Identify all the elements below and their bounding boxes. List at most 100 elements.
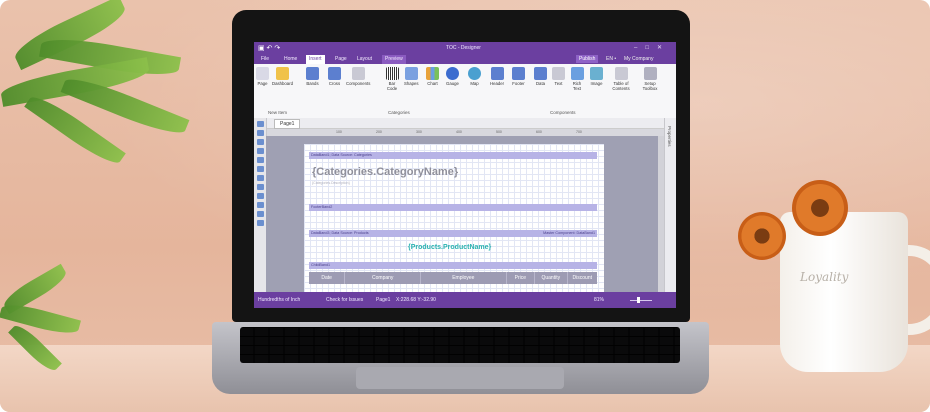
ruler-tick: 600 <box>536 130 542 134</box>
gauge-button[interactable]: Gauge <box>446 67 459 86</box>
data-band-products-label: DataBand3; Data Source: Products <box>311 231 369 235</box>
chart-label: Chart <box>427 81 438 86</box>
map-button[interactable]: Map <box>468 67 481 86</box>
data-band-categories[interactable]: DataBand1; Data Source: Categories <box>309 152 597 159</box>
ruler-tick: 300 <box>416 130 422 134</box>
image-button[interactable]: Image <box>590 67 603 86</box>
barcode-label: Bar Code <box>386 81 398 91</box>
check-for-issues-button[interactable]: Check for Issues <box>326 297 363 303</box>
tool-icon[interactable] <box>256 166 264 172</box>
tab-layout[interactable]: Layout <box>354 55 375 64</box>
ruler-tick: 100 <box>336 130 342 134</box>
footer-label: Footer <box>512 81 525 86</box>
data-band-products[interactable]: DataBand3; Data Source: Products Master … <box>309 230 597 237</box>
child-band[interactable]: ChildBand1 <box>309 262 597 269</box>
tool-icon[interactable] <box>256 139 264 145</box>
tool-icon[interactable] <box>256 121 264 127</box>
ruler-tick: 700 <box>576 130 582 134</box>
tab-file[interactable]: File <box>258 55 272 64</box>
tool-icon[interactable] <box>256 220 264 226</box>
tool-icon[interactable] <box>256 175 264 181</box>
tab-page[interactable]: Page <box>332 55 350 64</box>
shapes-button[interactable]: Shapes <box>404 67 419 86</box>
tool-icon[interactable] <box>256 184 264 190</box>
tool-icon[interactable] <box>256 211 264 217</box>
zoom-slider-thumb[interactable] <box>637 297 640 303</box>
status-bar: Hundredths of Inch Check for Issues Page… <box>254 292 676 308</box>
gauge-label: Gauge <box>446 81 459 86</box>
page-tab[interactable]: Page1 <box>274 119 301 129</box>
cross-button[interactable]: Cross <box>328 67 341 86</box>
mug-signature: Loyality <box>800 270 849 284</box>
language-selector[interactable]: EN • <box>606 56 616 62</box>
rich-text-label: Rich Text <box>572 81 582 91</box>
tool-icon[interactable] <box>256 202 264 208</box>
text-button[interactable]: Text <box>552 67 565 86</box>
group-components: Components <box>550 110 576 115</box>
header-button[interactable]: Header <box>490 67 504 86</box>
tool-icon[interactable] <box>256 193 264 199</box>
bands-button[interactable]: Bands <box>306 67 319 86</box>
master-component-label: Master Component: DataBand1 <box>543 231 595 235</box>
laptop-screen: ▣ ↶ ↷ TOC - Designer –□✕ File Home Inser… <box>254 42 676 308</box>
image-label: Image <box>590 81 603 86</box>
group-categories: Categories <box>388 110 410 115</box>
status-page: Page1 <box>376 297 391 303</box>
design-canvas[interactable]: DataBand1; Data Source: Categories {Cate… <box>266 136 664 294</box>
footer-band[interactable]: FooterBand2 <box>309 204 597 211</box>
window-controls[interactable]: –□✕ <box>634 44 670 51</box>
bands-label: Bands <box>306 81 319 86</box>
page-button[interactable]: Page <box>256 67 269 86</box>
setup-toolbox-label: Setup Toolbox <box>642 81 658 91</box>
properties-panel[interactable]: Properties <box>664 118 676 292</box>
tab-insert[interactable]: Insert <box>306 55 325 64</box>
trackpad <box>356 367 564 389</box>
setup-toolbox-button[interactable]: Setup Toolbox <box>640 67 660 91</box>
rich-text-button[interactable]: Rich Text <box>570 67 584 91</box>
title-bar: ▣ ↶ ↷ TOC - Designer –□✕ <box>254 42 676 54</box>
header-cell-quantity[interactable]: Quantity <box>535 272 568 284</box>
tool-icon[interactable] <box>256 157 264 163</box>
language-label: EN <box>606 56 613 62</box>
ruler-tick: 400 <box>456 130 462 134</box>
zoom-slider[interactable] <box>630 300 652 301</box>
horizontal-ruler: 100 200 300 400 500 600 700 <box>266 129 664 136</box>
footer-button[interactable]: Footer <box>512 67 525 86</box>
desk-scene: Loyality ▣ ↶ ↷ TOC - Designer –□✕ File H… <box>0 0 930 412</box>
category-description-field[interactable]: {Categories.Description} <box>312 181 350 185</box>
barcode-button[interactable]: Bar Code <box>384 67 400 91</box>
cursor-coordinates: X:228.68 Y:-32.90 <box>396 297 436 303</box>
table-of-contents-button[interactable]: Table of Contents <box>610 67 632 91</box>
header-cell-price[interactable]: Price <box>507 272 536 284</box>
components-button[interactable]: Components <box>346 67 370 86</box>
text-label: Text <box>554 81 563 86</box>
tab-home[interactable]: Home <box>281 55 300 64</box>
data-button[interactable]: Data <box>534 67 547 86</box>
chart-button[interactable]: Chart <box>426 67 439 86</box>
components-label: Components <box>346 81 371 86</box>
header-cell-employee[interactable]: Employee <box>421 272 507 284</box>
header-cell-discount[interactable]: Discount <box>568 272 597 284</box>
tab-preview[interactable]: Preview <box>382 55 406 64</box>
tool-icon[interactable] <box>256 130 264 136</box>
product-name-field[interactable]: {Products.ProductName} <box>408 244 491 251</box>
dashboard-button[interactable]: Dashboard <box>272 67 293 86</box>
report-page[interactable]: DataBand1; Data Source: Categories {Cate… <box>304 144 604 294</box>
table-header-row[interactable]: Date Company Employee Price Quantity Dis… <box>309 272 597 284</box>
menu-bar: File Home Insert Page Layout Preview Pub… <box>254 54 676 64</box>
tool-icon[interactable] <box>256 148 264 154</box>
flower-icon <box>738 212 786 260</box>
company-selector[interactable]: My Company <box>624 56 653 62</box>
units-selector[interactable]: Hundredths of Inch <box>258 297 300 303</box>
header-cell-date[interactable]: Date <box>309 272 346 284</box>
mug <box>780 212 908 372</box>
document-tabs: Page1 <box>254 118 676 129</box>
publish-button[interactable]: Publish <box>576 55 599 63</box>
header-cell-company[interactable]: Company <box>345 272 422 284</box>
flower-icon <box>792 180 848 236</box>
table-of-contents-label: Table of Contents <box>612 81 630 91</box>
quick-access-icon[interactable]: ▣ ↶ ↷ <box>258 44 280 52</box>
window-title: TOC - Designer <box>446 45 481 51</box>
category-name-field[interactable]: {Categories.CategoryName} <box>312 166 458 178</box>
zoom-level: 81% <box>594 297 605 303</box>
